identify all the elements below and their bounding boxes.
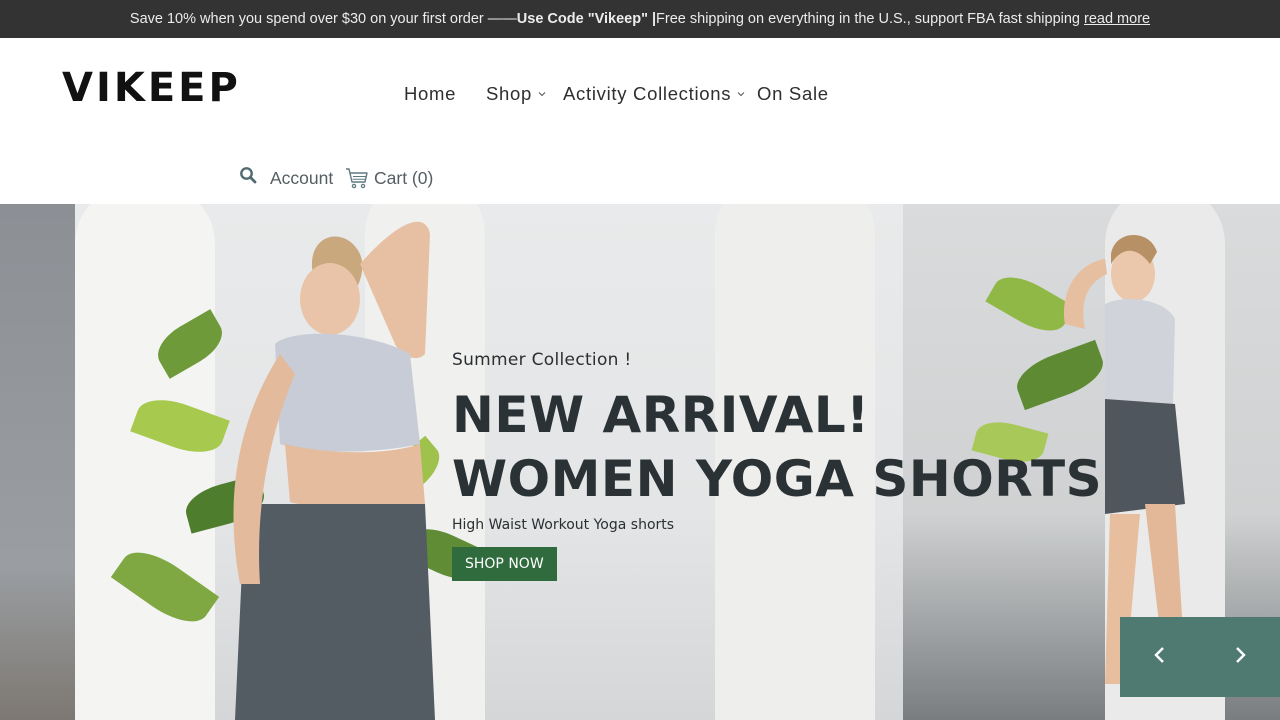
site-header: VIKEEP Home Shop Activity Collections On… <box>0 38 1280 204</box>
search-button[interactable] <box>239 166 257 190</box>
shop-now-button[interactable]: SHOP NOW <box>452 547 557 581</box>
slider-next-button[interactable] <box>1200 617 1280 697</box>
nav-home[interactable]: Home <box>404 82 456 106</box>
hero-tagline: High Waist Workout Yoga shorts <box>452 517 675 533</box>
hero-headline-line-2: WOMEN YOGA SHORTS <box>452 450 1103 508</box>
nav-shop[interactable]: Shop <box>486 82 546 106</box>
hero-subhead: Summer Collection ! <box>452 350 632 370</box>
hero-text-block: Summer Collection ! NEW ARRIVAL! WOMEN Y… <box>452 349 1102 581</box>
announcement-bar: Save 10% when you spend over $30 on your… <box>0 0 1280 38</box>
slider-prev-button[interactable] <box>1120 617 1200 697</box>
slider-controls <box>1120 617 1280 697</box>
cart-link[interactable]: Cart (0) <box>345 166 433 190</box>
cart-icon <box>345 167 369 189</box>
chevron-left-icon <box>1153 646 1167 669</box>
hero-headline: NEW ARRIVAL! WOMEN YOGA SHORTS <box>452 383 1102 511</box>
hero-headline-line-1: NEW ARRIVAL! <box>452 386 870 444</box>
nav-activity-collections[interactable]: Activity Collections <box>563 82 745 106</box>
search-icon <box>239 166 257 190</box>
nav-home-label: Home <box>404 83 457 104</box>
promo-code: Use Code "Vikeep" | <box>516 11 657 27</box>
account-link[interactable]: Account <box>270 166 333 190</box>
nav-activity-collections-label: Activity Collections <box>563 83 732 104</box>
hero-banner: Summer Collection ! NEW ARRIVAL! WOMEN Y… <box>0 204 1280 720</box>
nav-shop-label: Shop <box>486 83 533 104</box>
announcement-text: Save 10% when you spend over $30 on your… <box>129 11 517 27</box>
nav-on-sale[interactable]: On Sale <box>757 82 829 106</box>
read-more-link[interactable]: read more <box>1084 11 1150 27</box>
chevron-down-icon <box>538 90 546 98</box>
logo[interactable]: VIKEEP <box>62 65 241 111</box>
shipping-text: Free shipping on everything in the U.S.,… <box>656 11 1080 27</box>
nav-on-sale-label: On Sale <box>757 83 829 104</box>
chevron-right-icon <box>1233 646 1247 669</box>
hero-previous-slide-edge <box>0 204 75 720</box>
account-label: Account <box>270 168 334 188</box>
cart-label: Cart (0) <box>374 168 434 188</box>
chevron-down-icon <box>737 90 745 98</box>
